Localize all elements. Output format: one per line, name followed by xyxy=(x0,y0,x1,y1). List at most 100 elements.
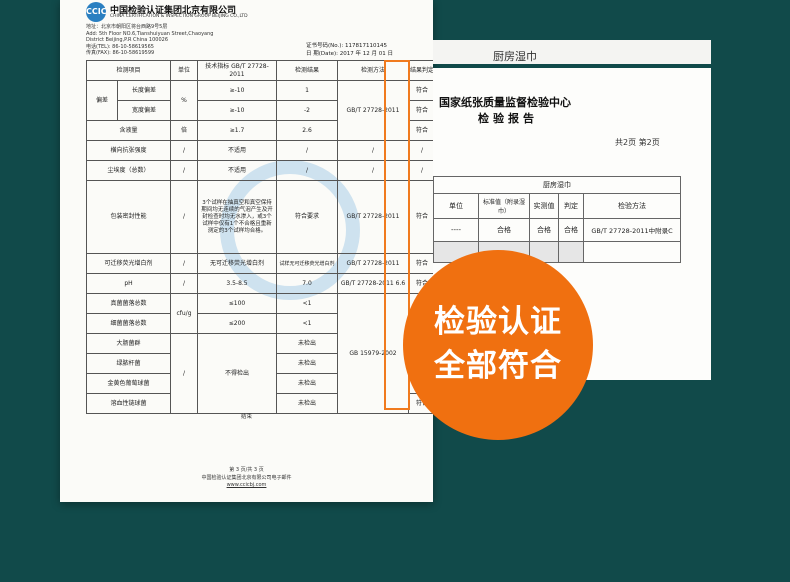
table-row: 偏差 长度偏差 % ≥-10 1 GB/T 27728-2011 符合 xyxy=(86,80,433,141)
ccic-logo-icon: CCIC xyxy=(86,2,107,22)
verdict-cell: / xyxy=(408,140,433,161)
table-header-row: 单位 标准值（附录湿巾） 实测值 判定 检验方法 xyxy=(433,193,681,219)
header-cell: 标准值（附录湿巾） xyxy=(478,193,530,219)
address-line: 传真(FAX): 86-10-58619599 xyxy=(86,50,155,56)
footer-url: www.ccicbj.com xyxy=(226,482,267,488)
second-results-table: 厨房湿巾 单位 标准值（附录湿巾） 实测值 判定 检验方法 ---- 合格 合格… xyxy=(433,176,681,263)
table-cell: pH xyxy=(86,273,171,294)
table-row: 横向抗张强度 / 不适用 / / / xyxy=(86,140,433,161)
table-cell: / xyxy=(170,253,198,274)
table-cell: 包装密封性能 xyxy=(86,180,171,254)
header-cell: 检测结果 xyxy=(276,60,338,81)
table-row: 包装密封性能 / 3个试样在抽真空和真空保持期间均无连续的气泡产生及开封检查时均… xyxy=(86,180,433,254)
header-cell: 判定 xyxy=(558,193,584,219)
table-cell: 尘埃度（总数） xyxy=(86,160,171,181)
table-cell: / xyxy=(276,140,338,161)
table-cell: 未检出 xyxy=(276,333,338,354)
table-cell: <1 xyxy=(276,313,338,334)
org-name-en: CHINA CERTIFICATION & INSPECTION GROUP B… xyxy=(110,14,248,19)
header-cell: 单位 xyxy=(433,193,479,219)
verdict-cell: 符合 xyxy=(408,120,433,141)
table-cell: 真菌菌落总数 xyxy=(86,293,171,314)
table-cell: 合格 xyxy=(478,218,530,242)
table-cell: 未检出 xyxy=(276,393,338,414)
table-cell: 7.0 xyxy=(276,273,338,294)
report-title: 国家纸张质量监督检验中心 xyxy=(439,96,571,109)
report-top-strip: 厨房湿巾 xyxy=(433,40,711,64)
table-cell: / xyxy=(276,160,338,181)
table-cell: -2 xyxy=(276,100,338,121)
table-cell: 金黄色葡萄球菌 xyxy=(86,373,171,394)
table-cell: 合格 xyxy=(558,218,584,242)
table-cell: ≤200 xyxy=(197,313,277,334)
table-cell xyxy=(558,241,584,263)
table-header-row: 检测项目 单位 技术指标 GB/T 27728-2011 检测结果 检测方法 结… xyxy=(86,60,433,81)
results-table: 检测项目 单位 技术指标 GB/T 27728-2011 检测结果 检测方法 结… xyxy=(86,60,433,414)
table-cell: 含液量 xyxy=(86,120,171,141)
table-cell: 未检出 xyxy=(276,353,338,374)
table-cell: 偏差 xyxy=(86,80,118,121)
verdict-cell: 符合 xyxy=(408,100,433,121)
table-cell: / xyxy=(170,273,198,294)
table-cell: / xyxy=(170,333,198,414)
table-cell: 合格 xyxy=(529,218,559,242)
table-cell: 倍 xyxy=(170,120,198,141)
table-cell: GB/T 27728-2011中附录C xyxy=(583,218,681,242)
verdict-cell: 符合 xyxy=(408,253,433,274)
table-cell: 大肠菌群 xyxy=(86,333,171,354)
table-title-row: 厨房湿巾 xyxy=(433,176,681,194)
cert-date: 日 期(Date): 2017 年 12 月 01 日 xyxy=(306,51,394,57)
address-block: 地址：北京市朝阳区将台西路9号5层 Add: 5th Floor NO.6,Ti… xyxy=(86,24,213,57)
header-cell: 检验方法 xyxy=(583,193,681,219)
table-cell: 长度偏差 xyxy=(117,80,171,101)
table-cell: ≥-10 xyxy=(197,100,277,121)
page-number: 共2页 第2页 xyxy=(615,138,660,147)
table-cell: / xyxy=(170,180,198,254)
inspection-report-page: CCIC 中国检验认证集团北京有限公司 CHINA CERTIFICATION … xyxy=(60,0,433,502)
table-cell: ≤100 xyxy=(197,293,277,314)
table-cell: 可迁移荧光增白剂 xyxy=(86,253,171,274)
table-cell: 无可迁移荧光增白剂 xyxy=(197,253,277,274)
table-cell: 不得检出 xyxy=(197,333,277,414)
table-cell: % xyxy=(170,80,198,121)
badge-line-1: 检验认证 xyxy=(434,304,562,340)
table-cell: ≥-10 xyxy=(197,80,277,101)
table-cell: 溶血性链球菌 xyxy=(86,393,171,414)
header-cell: 技术指标 GB/T 27728-2011 xyxy=(197,60,277,81)
report-subtitle: 检验报告 xyxy=(478,112,538,125)
table-cell: 3.5-8.5 xyxy=(197,273,277,294)
cert-meta: 证书号码(No.): 117817110145 日 期(Date): 2017 … xyxy=(306,42,393,58)
table-title: 厨房湿巾 xyxy=(433,176,681,194)
table-cell: ---- xyxy=(433,218,479,242)
table-cell: 不适用 xyxy=(197,160,277,181)
table-cell: / xyxy=(170,160,198,181)
table-cell: 横向抗张强度 xyxy=(86,140,171,161)
table-cell: / xyxy=(170,140,198,161)
verdict-cell: 符合 xyxy=(408,180,433,254)
certified-badge: 检验认证 全部符合 xyxy=(403,250,593,440)
table-cell: 细菌菌落总数 xyxy=(86,313,171,334)
table-row: pH / 3.5-8.5 7.0 GB/T 27728-2011 6.6 符合 xyxy=(86,273,433,294)
table-cell: <1 xyxy=(276,293,338,314)
table-cell: 试样无可迁移荧光增白剂 xyxy=(276,253,338,274)
top-product-label: 厨房湿巾 xyxy=(493,50,537,63)
verdict-cell: 符合 xyxy=(408,80,433,101)
table-row: 尘埃度（总数） / 不适用 / / / xyxy=(86,160,433,181)
table-cell: 未检出 xyxy=(276,373,338,394)
report-header: CCIC 中国检验认证集团北京有限公司 CHINA CERTIFICATION … xyxy=(86,2,426,62)
table-cell: 宽度偏差 xyxy=(117,100,171,121)
header-cell: 实测值 xyxy=(529,193,559,219)
verdict-cell: / xyxy=(408,160,433,181)
table-cell: 1 xyxy=(276,80,338,101)
header-cell: 单位 xyxy=(170,60,198,81)
table-cell: 不适用 xyxy=(197,140,277,161)
header-cell: 结果判定 xyxy=(408,60,433,81)
footer-page: 第 3 页/共 3 页 xyxy=(229,467,264,473)
table-cell: 2.6 xyxy=(276,120,338,141)
table-cell: 3个试样在抽真空和真空保持期间均无连续的气泡产生及开封检查时均无水渗入，或3个试… xyxy=(197,180,277,254)
table-cell: ≥1.7 xyxy=(197,120,277,141)
table-cell: 符合要求 xyxy=(276,180,338,254)
table-row: 真菌菌落总数 cfu/g ≤100 <1 GB 15979-2002 符合 xyxy=(86,293,433,414)
badge-line-2: 全部符合 xyxy=(434,348,562,384)
end-mark: 结束 xyxy=(240,414,252,420)
